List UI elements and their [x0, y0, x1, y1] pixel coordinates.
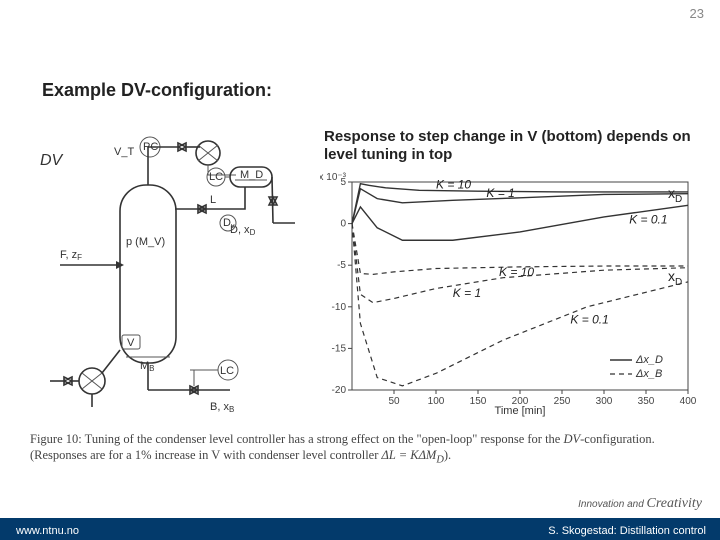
y-tick: -10 — [332, 302, 347, 313]
footer-url: www.ntnu.no — [16, 525, 79, 537]
y-tick: -20 — [332, 385, 347, 396]
legend-dxD: Δx_D — [635, 354, 663, 366]
md-label: M_D — [240, 169, 263, 181]
l-label: L — [210, 194, 216, 206]
slide-title: Example DV-configuration: — [42, 80, 272, 101]
svg-text:Dv: Dv — [223, 217, 235, 230]
y-tick: 5 — [340, 177, 346, 188]
x-tick: 100 — [428, 396, 445, 407]
y-tick: -15 — [332, 343, 347, 354]
lc-top-label: LC — [209, 171, 223, 183]
x-tick: 400 — [680, 396, 697, 407]
p-mv-label: p (M_V) — [126, 236, 165, 248]
vt-valve-icon — [178, 143, 186, 151]
x-tick: 350 — [638, 396, 655, 407]
curve-annotation: K = 0.1 — [570, 312, 608, 326]
response-chart: x 10⁻³Time [min]50-5-10-15-2050100150200… — [320, 168, 698, 418]
page-number: 23 — [690, 6, 704, 21]
vt-label: V_T — [114, 146, 134, 158]
x-tick: 150 — [470, 396, 487, 407]
x-tick: 250 — [554, 396, 571, 407]
figure-caption: Figure 10: Tuning of the condenser level… — [30, 432, 700, 466]
feed-label: F, zF — [60, 249, 82, 262]
curve-annotation: K = 0.1 — [629, 213, 667, 227]
reboiler-valve-icon — [64, 377, 72, 385]
x-tick: 50 — [388, 396, 400, 407]
lc-bot-label: LC — [220, 365, 234, 377]
legend-dxB: Δx_B — [635, 368, 662, 380]
chart-caption: Response to step change in V (bottom) de… — [324, 128, 694, 164]
curve-annotation: K = 10 — [436, 178, 471, 192]
curve-annotation: K = 1 — [453, 286, 481, 300]
v-label: V — [127, 337, 135, 349]
curve-annotation: K = 1 — [486, 186, 514, 200]
process-diagram: DV V_T PC M_D LC D, — [30, 125, 300, 425]
tagline: Innovation and Creativity — [578, 496, 702, 512]
y-tick: 0 — [340, 219, 346, 230]
series-line — [352, 224, 688, 303]
footer-right: S. Skogestad: Distillation control — [548, 525, 706, 537]
curve-annotation: K = 10 — [499, 265, 534, 279]
y-tick: -5 — [337, 260, 346, 271]
dv-label: DV — [40, 152, 64, 169]
x-tick: 300 — [596, 396, 613, 407]
b-xb-label: B, xB — [210, 401, 234, 414]
x-tick: 200 — [512, 396, 529, 407]
